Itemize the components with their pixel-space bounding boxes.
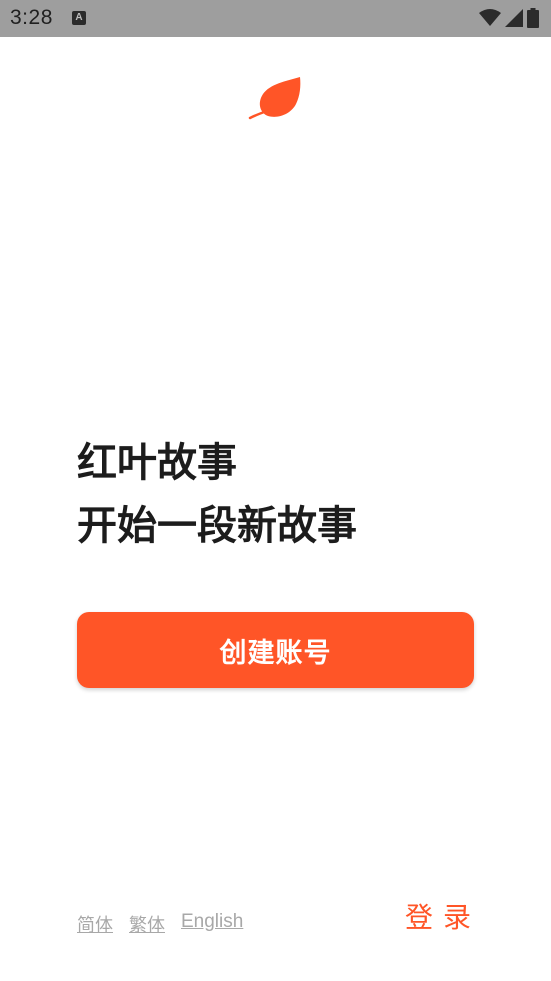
- status-time: 3:28: [10, 6, 53, 29]
- headline-app-name: 红叶故事: [77, 440, 237, 486]
- signal-icon: [505, 9, 523, 27]
- lang-traditional-link[interactable]: 繁体: [129, 911, 165, 937]
- status-icons: [479, 7, 539, 29]
- screen: 3:28 A 红叶故事 开始一段新故事 创建账号 简体 繁体 English 登…: [0, 0, 551, 981]
- headline-tagline: 开始一段新故事: [77, 503, 357, 549]
- wifi-icon: [479, 9, 501, 26]
- language-selector: 简体 繁体 English: [77, 911, 243, 937]
- create-account-button[interactable]: 创建账号: [77, 612, 474, 688]
- login-link[interactable]: 登录: [405, 896, 481, 936]
- headline: 红叶故事 开始一段新故事: [77, 432, 357, 558]
- notification-a-icon: A: [72, 11, 86, 25]
- lang-simplified-link[interactable]: 简体: [77, 911, 113, 937]
- status-bar: 3:28 A: [0, 0, 551, 37]
- lang-english-link[interactable]: English: [181, 911, 243, 937]
- leaf-icon: [248, 77, 301, 120]
- battery-icon: [527, 8, 539, 28]
